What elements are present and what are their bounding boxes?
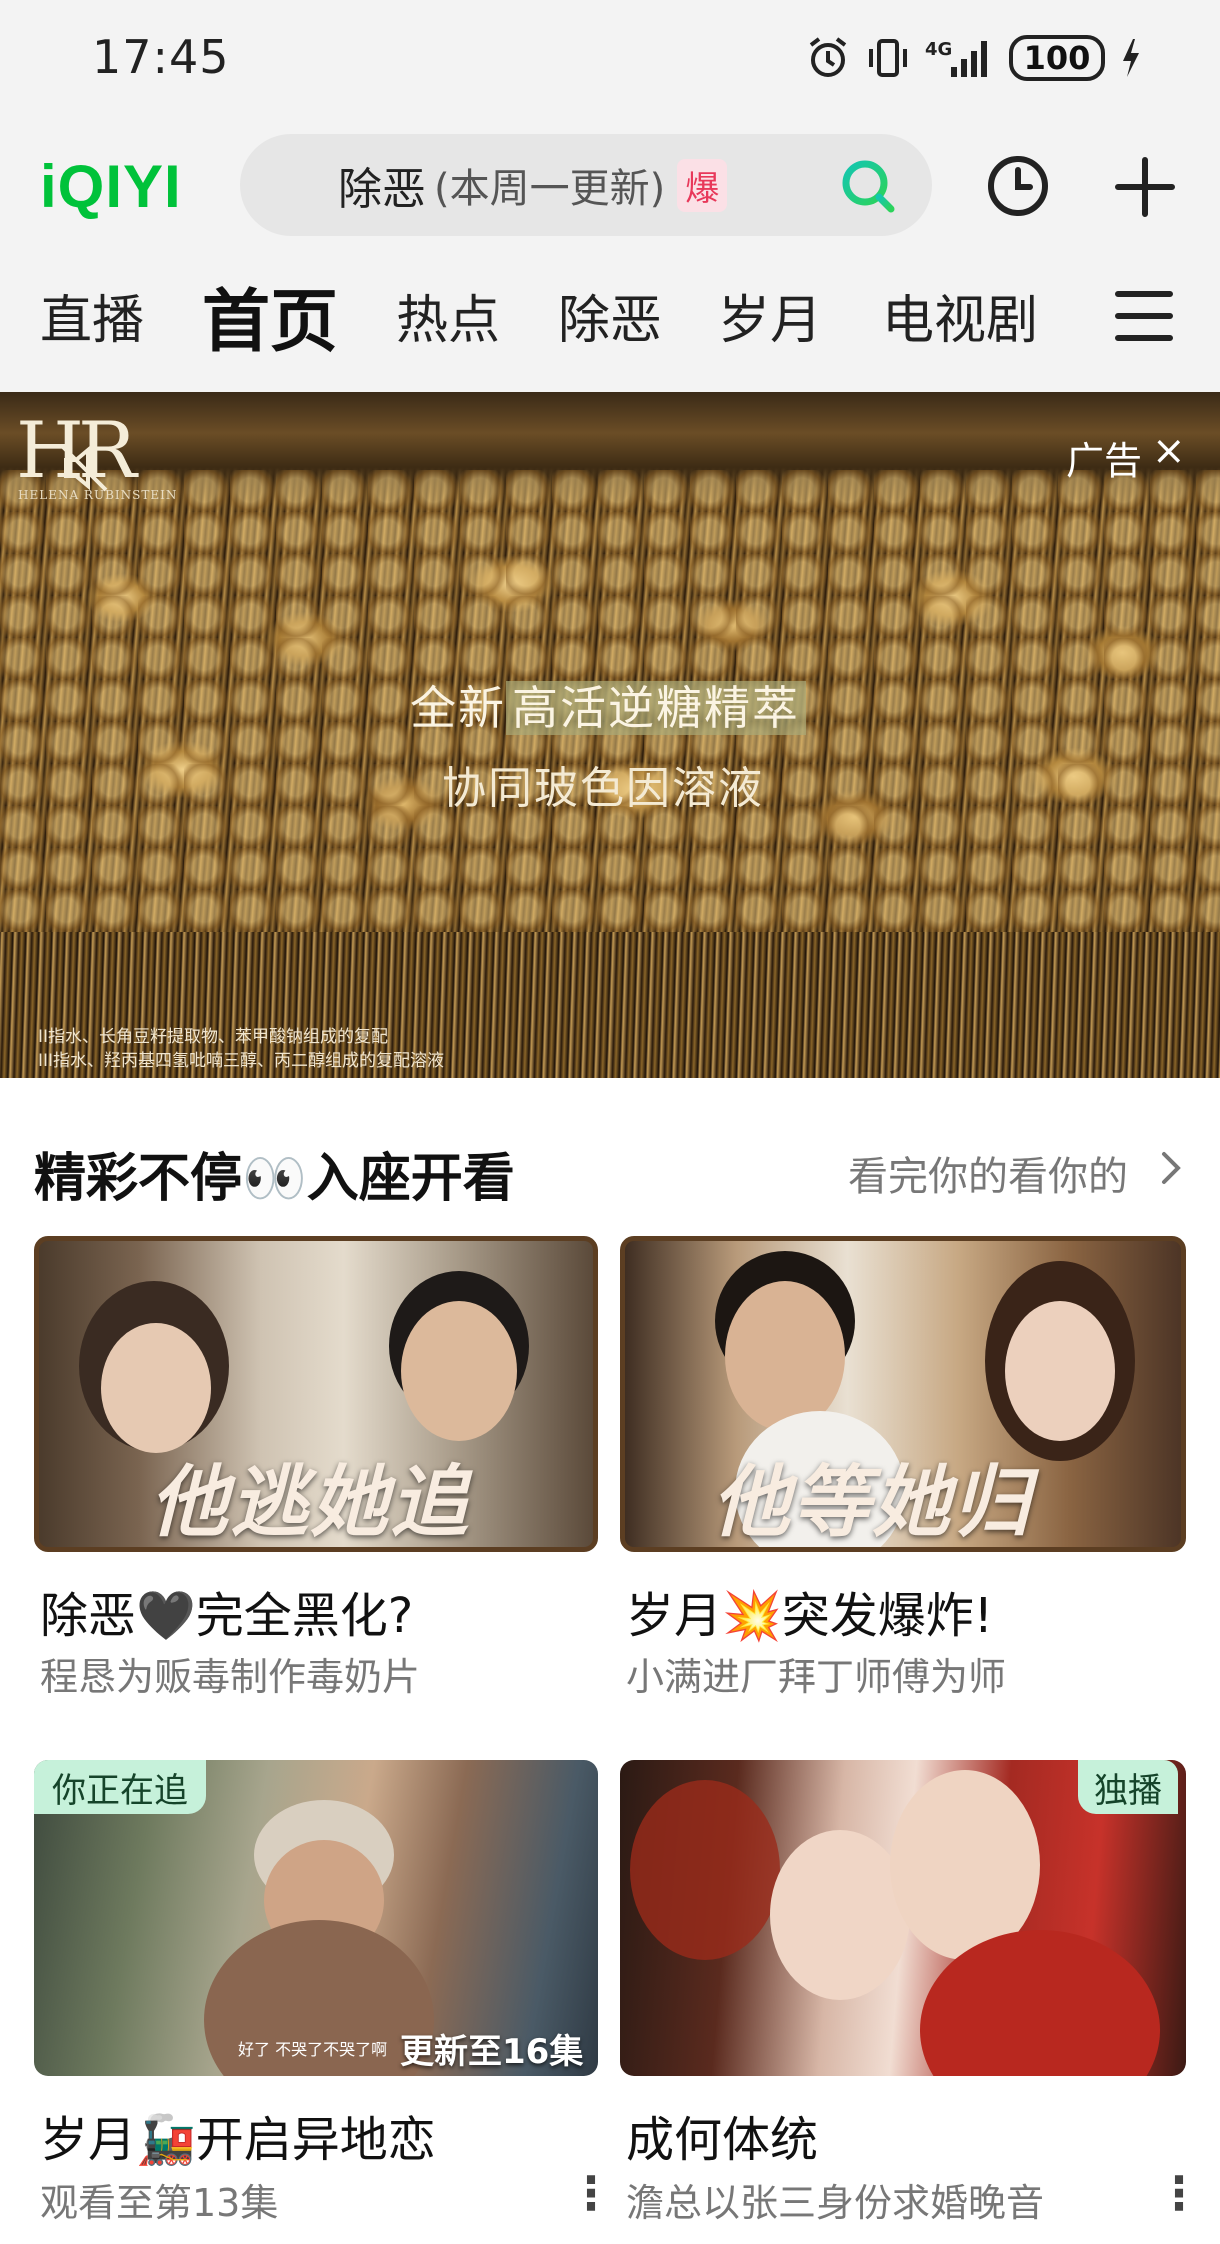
video-subtitle: 观看至第13集: [40, 2181, 279, 2225]
person-face: [401, 1301, 517, 1441]
status-icons: 4G 100: [805, 30, 1143, 86]
history-icon[interactable]: [986, 154, 1050, 218]
headdress: [630, 1780, 780, 1960]
exclusive-badge: 独播: [1078, 1760, 1178, 1814]
tab-suiyue[interactable]: 岁月: [718, 278, 822, 353]
status-time: 17:45: [92, 30, 230, 84]
tab-home[interactable]: 首页: [202, 266, 338, 365]
ad-fine-print: III指水、羟丙基四氢吡喃三醇、丙二醇组成的复配溶液: [38, 1051, 445, 1071]
charging-icon: [1119, 30, 1143, 86]
ad-headline-highlight: 高活逆糖精萃: [506, 681, 806, 735]
thumbnail-overlay-text: 他等她归: [712, 1457, 1033, 1548]
thumbnail-overlay-text: 他逃她追: [150, 1457, 471, 1548]
ad-subheadline: 协同玻色因溶液: [442, 763, 764, 814]
search-note: (本周一更新): [434, 166, 666, 212]
ad-headline-prefix: 全新: [410, 681, 506, 735]
video-title[interactable]: 成何体统: [626, 2100, 818, 2170]
tab-tv-series[interactable]: 电视剧: [882, 278, 1038, 353]
search-icon[interactable]: [838, 156, 898, 216]
search-query: 除恶: [338, 164, 426, 215]
more-options-icon[interactable]: ⋮: [1156, 2166, 1202, 2220]
iqiyi-logo[interactable]: iQIYI: [40, 152, 182, 221]
tab-live[interactable]: 直播: [40, 278, 144, 353]
video-caption: 好了 不哭了不哭了啊: [238, 2040, 388, 2059]
person-face: [1005, 1301, 1115, 1441]
ad-label: 广告: [1066, 439, 1143, 483]
search-bar[interactable]: 除恶 (本周一更新) 爆: [240, 134, 932, 236]
video-title[interactable]: 岁月💥突发爆炸!: [626, 1576, 993, 1646]
signal-icon: 4G: [925, 30, 995, 86]
video-title[interactable]: 岁月🚂开启异地恋: [40, 2100, 436, 2170]
mute-icon[interactable]: [56, 440, 112, 496]
update-status: 更新至16集: [400, 2032, 584, 2072]
ad-fine-print: II指水、长角豆籽提取物、苯甲酸钠组成的复配: [38, 1027, 389, 1047]
alarm-icon: [805, 30, 851, 86]
ad-close-button[interactable]: ×: [1152, 428, 1186, 474]
video-title[interactable]: 除恶🖤完全黑化?: [40, 1576, 413, 1646]
chevron-right-icon[interactable]: [1156, 1150, 1186, 1186]
video-subtitle: 澹总以张三身份求婚晚音: [626, 2181, 1045, 2225]
ad-headline: 全新 高活逆糖精萃: [410, 672, 806, 738]
vibrate-icon: [865, 30, 911, 86]
person-face: [725, 1281, 845, 1431]
person-face: [770, 1830, 910, 2000]
battery-indicator: 100: [1009, 35, 1105, 81]
tab-hot[interactable]: 热点: [396, 278, 500, 353]
menu-icon[interactable]: [1114, 288, 1174, 344]
video-subtitle: 程恳为贩毒制作毒奶片: [40, 1655, 421, 1699]
section-more-link[interactable]: 看完你的看你的: [848, 1144, 1128, 1202]
network-type: 4G: [925, 39, 952, 60]
section-title: 精彩不停👀入座开看: [34, 1149, 515, 1209]
hot-badge: 爆: [677, 158, 728, 212]
person-face: [101, 1323, 211, 1453]
more-options-icon[interactable]: ⋮: [568, 2166, 614, 2220]
plus-icon[interactable]: [1112, 154, 1178, 220]
tab-chue[interactable]: 除恶: [558, 278, 662, 353]
video-subtitle: 小满进厂拜丁师傅为师: [626, 1655, 1007, 1699]
following-badge: 你正在追: [34, 1760, 206, 1814]
